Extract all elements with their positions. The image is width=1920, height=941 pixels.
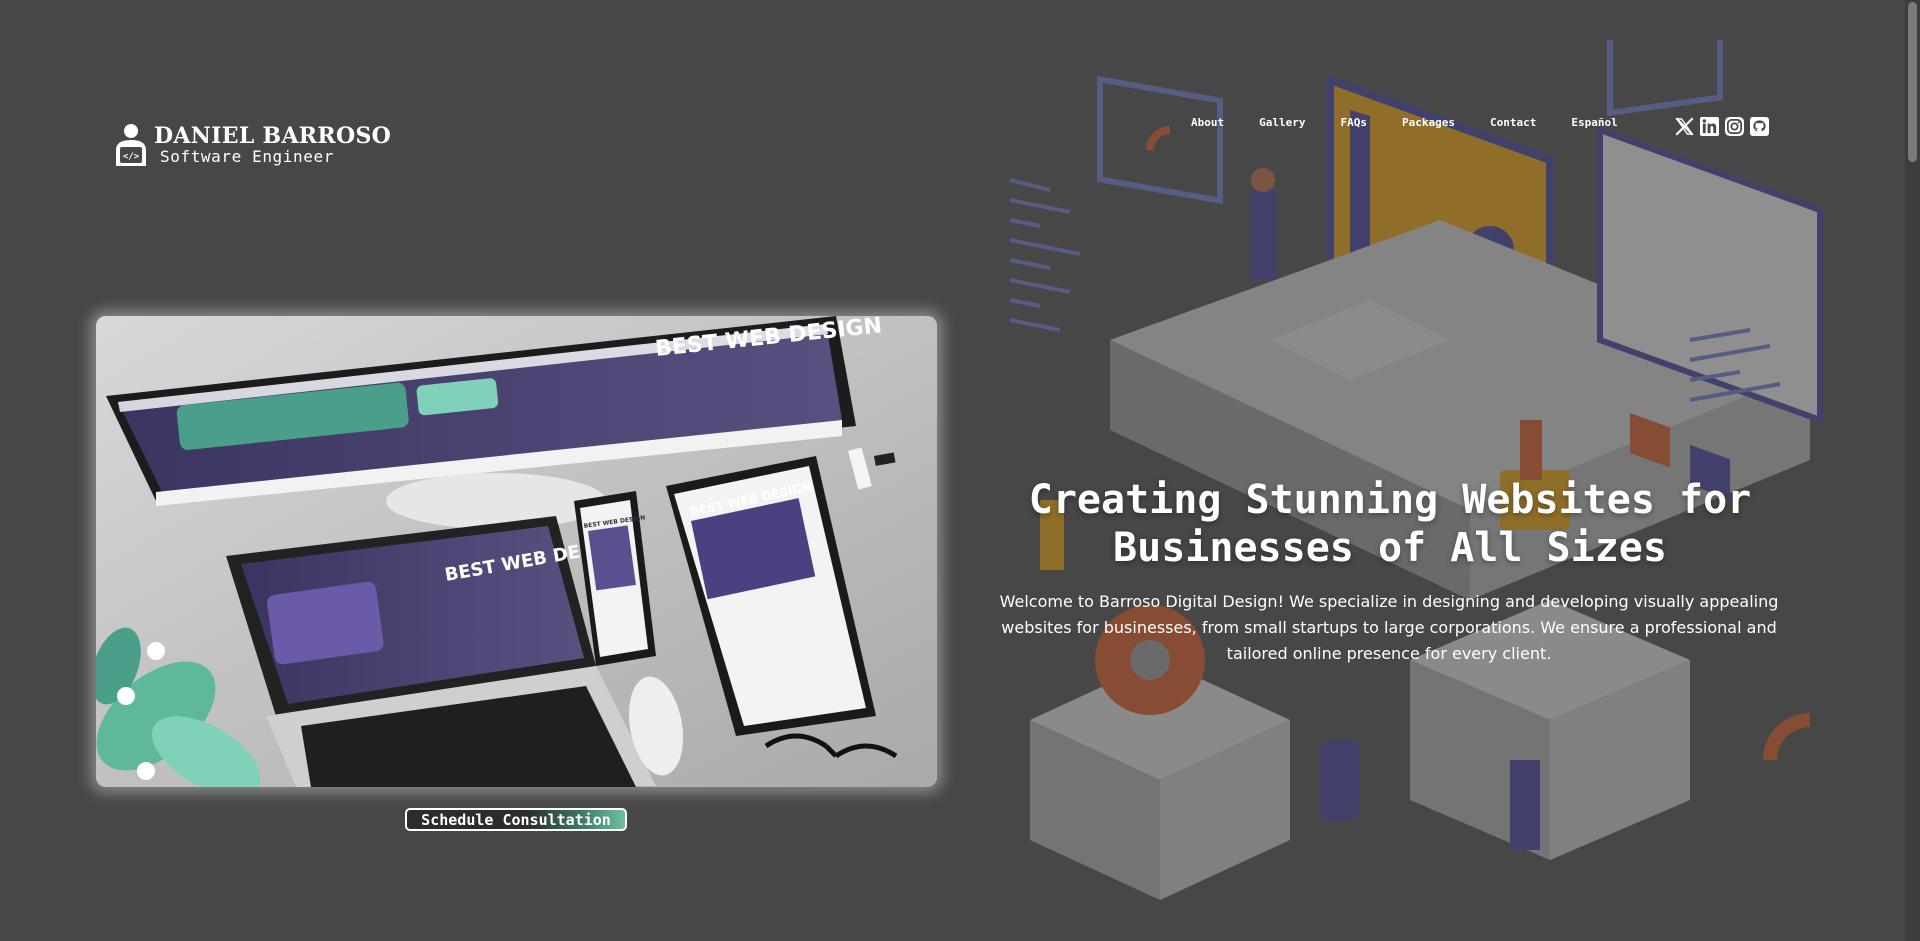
hero-image: BEST WEB DESIGN BEST WEB DESIGN BEST WEB…: [96, 316, 937, 787]
brand-text: DANIEL BARROSO Software Engineer: [154, 125, 391, 165]
nav-faqs[interactable]: FAQs: [1340, 116, 1367, 129]
svg-text:</>: </>: [123, 152, 140, 162]
x-icon[interactable]: [1675, 117, 1694, 136]
nav-gallery[interactable]: Gallery: [1259, 116, 1305, 129]
nav-contact[interactable]: Contact: [1490, 116, 1536, 129]
hero-headline-line2: Businesses of All Sizes: [1113, 525, 1667, 571]
nav-packages[interactable]: Packages: [1402, 116, 1455, 129]
scrollbar-thumb[interactable]: [1908, 2, 1917, 162]
social-links: [1675, 117, 1769, 136]
main-nav: About Gallery FAQs Packages Contact Espa…: [1191, 116, 1618, 129]
brand-role: Software Engineer: [160, 147, 334, 166]
page: </> DANIEL BARROSO Software Engineer Abo…: [0, 0, 1920, 941]
nav-language-espanol[interactable]: Español: [1571, 116, 1617, 129]
hero-headline: Creating Stunning Websites for Businesse…: [990, 476, 1790, 572]
schedule-consultation-button[interactable]: Schedule Consultation: [405, 808, 627, 831]
brand-name: DANIEL BARROSO: [154, 123, 392, 149]
hero-intro-text: Welcome to Barroso Digital Design! We sp…: [999, 592, 1779, 663]
linkedin-icon[interactable]: [1700, 117, 1719, 136]
brand-logo[interactable]: </> DANIEL BARROSO Software Engineer: [114, 122, 391, 168]
instagram-icon[interactable]: [1725, 117, 1744, 136]
devices-mockup-illustration: BEST WEB DESIGN BEST WEB DESIGN BEST WEB…: [96, 316, 937, 787]
hero-headline-line1: Creating Stunning Websites for: [1028, 477, 1752, 523]
developer-avatar-icon: </>: [116, 124, 146, 166]
page-scrollbar[interactable]: [1905, 0, 1920, 941]
github-icon[interactable]: [1750, 117, 1769, 136]
nav-about[interactable]: About: [1191, 116, 1224, 129]
